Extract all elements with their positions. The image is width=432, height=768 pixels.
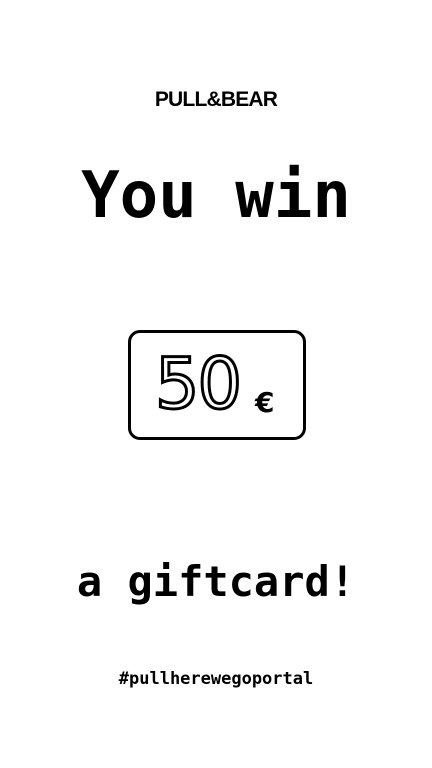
brand-logo: PULL&BEAR bbox=[154, 88, 278, 111]
giftcard-amount: 50 bbox=[153, 343, 243, 425]
win-headline: You win bbox=[81, 159, 351, 233]
prize-subline: a giftcard! bbox=[76, 557, 356, 606]
prize-screen: { "brand": { "logo_text": "PULL&BEAR" },… bbox=[0, 0, 432, 768]
euro-icon: € bbox=[255, 386, 275, 419]
giftcard-badge: 50 € bbox=[128, 330, 306, 440]
campaign-hashtag: #pullherewegoportal bbox=[118, 669, 314, 689]
